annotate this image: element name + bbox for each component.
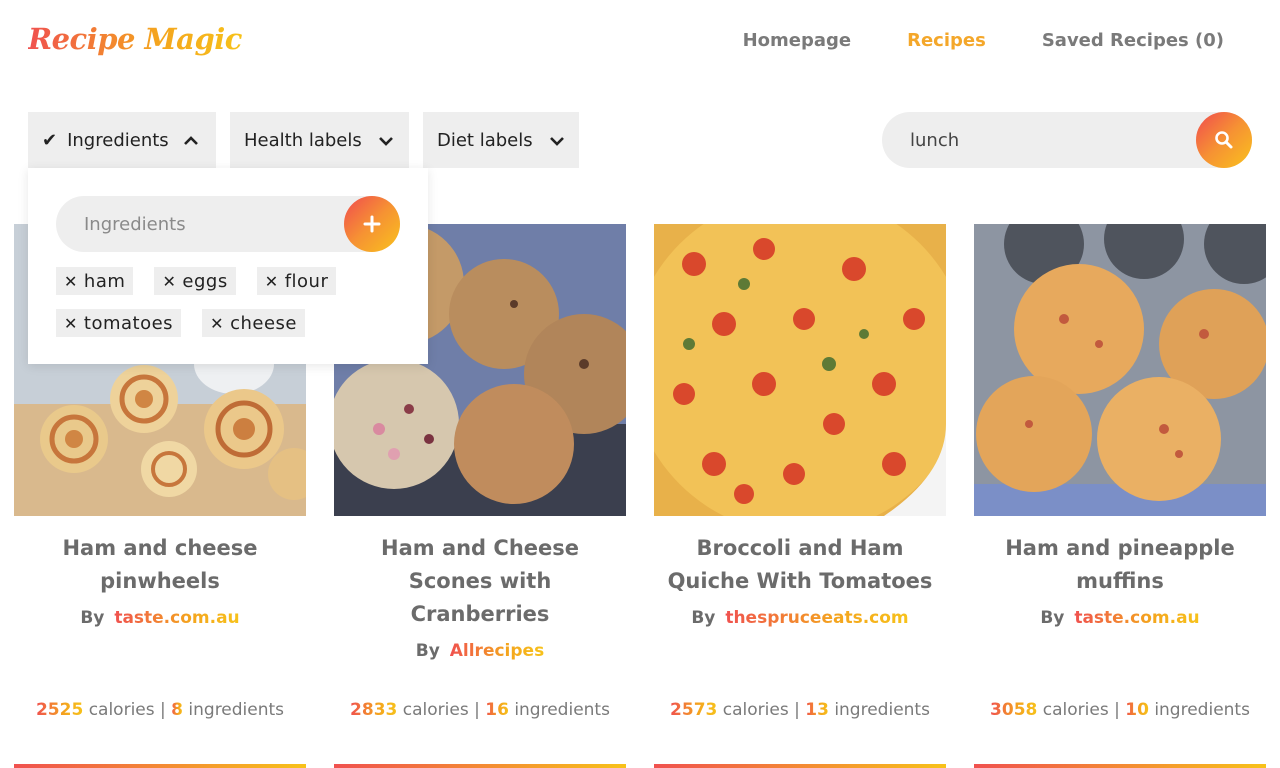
ingredient-tag-label: flour xyxy=(284,270,329,292)
nav-recipes[interactable]: Recipes xyxy=(907,30,986,51)
card-divider xyxy=(654,764,946,768)
recipe-title[interactable]: Ham and Cheese Scones with Cranberries xyxy=(334,532,626,631)
recipe-image-quiche[interactable] xyxy=(654,224,946,516)
diet-labels-filter-button[interactable]: Diet labels xyxy=(423,112,579,168)
calories-label: calories | xyxy=(88,700,166,720)
remove-icon[interactable]: ✕ xyxy=(64,272,78,291)
main-nav: Homepage Recipes Saved Recipes (0) xyxy=(743,30,1224,51)
recipe-stats: 2833 calories | 16 ingredients xyxy=(334,700,626,720)
ingredients-filter-label: Ingredients xyxy=(67,129,169,151)
recipe-card[interactable]: Broccoli and Ham Quiche With Tomatoes By… xyxy=(654,224,946,628)
recipe-stats: 2525 calories | 8 ingredients xyxy=(14,700,306,720)
ingredient-tag-label: cheese xyxy=(230,312,297,334)
remove-icon[interactable]: ✕ xyxy=(210,314,224,333)
ingredient-count: 10 xyxy=(1125,700,1149,720)
ingredient-count: 13 xyxy=(805,700,829,720)
recipe-source-line: By thespruceeats.com xyxy=(654,608,946,628)
by-label: By xyxy=(691,608,716,628)
card-divider xyxy=(974,764,1266,768)
recipe-source-line: By taste.com.au xyxy=(974,608,1266,628)
recipe-source-line: By Allrecipes xyxy=(334,641,626,661)
plus-icon xyxy=(363,215,381,233)
by-label: By xyxy=(80,608,105,628)
app-logo[interactable]: Recipe Magic xyxy=(28,22,242,56)
ingredient-count: 16 xyxy=(485,700,509,720)
ingredient-tag[interactable]: ✕ eggs xyxy=(154,267,236,295)
diet-labels-filter-label: Diet labels xyxy=(437,129,533,151)
by-label: By xyxy=(415,641,440,661)
recipe-image-muffins[interactable] xyxy=(974,224,1266,516)
recipe-source-link[interactable]: taste.com.au xyxy=(114,608,239,628)
recipe-title[interactable]: Broccoli and Ham Quiche With Tomatoes xyxy=(654,532,946,598)
search-icon xyxy=(1215,131,1233,149)
ingredient-tag-label: ham xyxy=(83,270,126,292)
recipe-stats: 3058 calories | 10 ingredients xyxy=(974,700,1266,720)
calories-value: 2573 xyxy=(670,700,718,720)
card-divider xyxy=(14,764,306,768)
chevron-down-icon xyxy=(378,131,394,150)
ingredient-tags: ✕ ham ✕ eggs ✕ flour ✕ tomatoes ✕ cheese xyxy=(56,267,396,351)
recipe-title[interactable]: Ham and cheese pinwheels xyxy=(14,532,306,598)
ingredients-label: ingredients xyxy=(188,700,285,720)
nav-saved-recipes[interactable]: Saved Recipes (0) xyxy=(1042,30,1224,51)
recipe-card[interactable]: Ham and pineapple muffins By taste.com.a… xyxy=(974,224,1266,628)
calories-value: 2525 xyxy=(35,700,84,720)
chevron-down-icon xyxy=(549,131,565,150)
ingredients-label: ingredients xyxy=(834,700,930,720)
recipe-source-line: By taste.com.au xyxy=(14,608,306,628)
recipe-source-link[interactable]: thespruceeats.com xyxy=(725,608,908,628)
card-divider xyxy=(334,764,626,768)
ingredient-tag-label: eggs xyxy=(182,270,228,292)
ingredient-input-wrap xyxy=(56,196,400,252)
health-labels-filter-label: Health labels xyxy=(244,129,362,151)
ingredients-label: ingredients xyxy=(514,700,610,720)
ingredients-dropdown-panel: ✕ ham ✕ eggs ✕ flour ✕ tomatoes ✕ cheese xyxy=(28,168,428,364)
calories-value: 2833 xyxy=(350,700,398,720)
health-labels-filter-button[interactable]: Health labels xyxy=(230,112,409,168)
ingredients-filter-button[interactable]: ✔ Ingredients xyxy=(28,112,216,168)
add-ingredient-button[interactable] xyxy=(344,196,400,252)
ingredient-tag-label: tomatoes xyxy=(83,312,174,334)
calories-label: calories | xyxy=(1042,700,1120,720)
calories-value: 3058 xyxy=(990,700,1038,720)
remove-icon[interactable]: ✕ xyxy=(162,272,176,291)
check-icon: ✔ xyxy=(42,129,58,151)
recipe-source-link[interactable]: taste.com.au xyxy=(1074,608,1199,628)
by-label: By xyxy=(1040,608,1065,628)
ingredient-count: 8 xyxy=(171,700,183,720)
nav-homepage[interactable]: Homepage xyxy=(743,30,852,51)
ingredient-tag[interactable]: ✕ cheese xyxy=(202,309,305,337)
ingredient-tag[interactable]: ✕ ham xyxy=(56,267,134,295)
remove-icon[interactable]: ✕ xyxy=(64,314,78,333)
ingredient-tag[interactable]: ✕ flour xyxy=(256,267,337,295)
recipe-source-link[interactable]: Allrecipes xyxy=(450,641,544,661)
ingredient-tag[interactable]: ✕ tomatoes xyxy=(56,309,182,337)
recipe-stats: 2573 calories | 13 ingredients xyxy=(654,700,946,720)
chevron-up-icon xyxy=(183,131,199,150)
recipe-title[interactable]: Ham and pineapple muffins xyxy=(974,532,1266,598)
ingredient-input[interactable] xyxy=(84,196,324,252)
calories-label: calories | xyxy=(402,700,480,720)
calories-label: calories | xyxy=(722,700,800,720)
search-input[interactable] xyxy=(910,112,1190,168)
search-bar xyxy=(882,112,1252,168)
ingredients-label: ingredients xyxy=(1154,700,1250,720)
remove-icon[interactable]: ✕ xyxy=(265,272,279,291)
search-button[interactable] xyxy=(1196,112,1252,168)
